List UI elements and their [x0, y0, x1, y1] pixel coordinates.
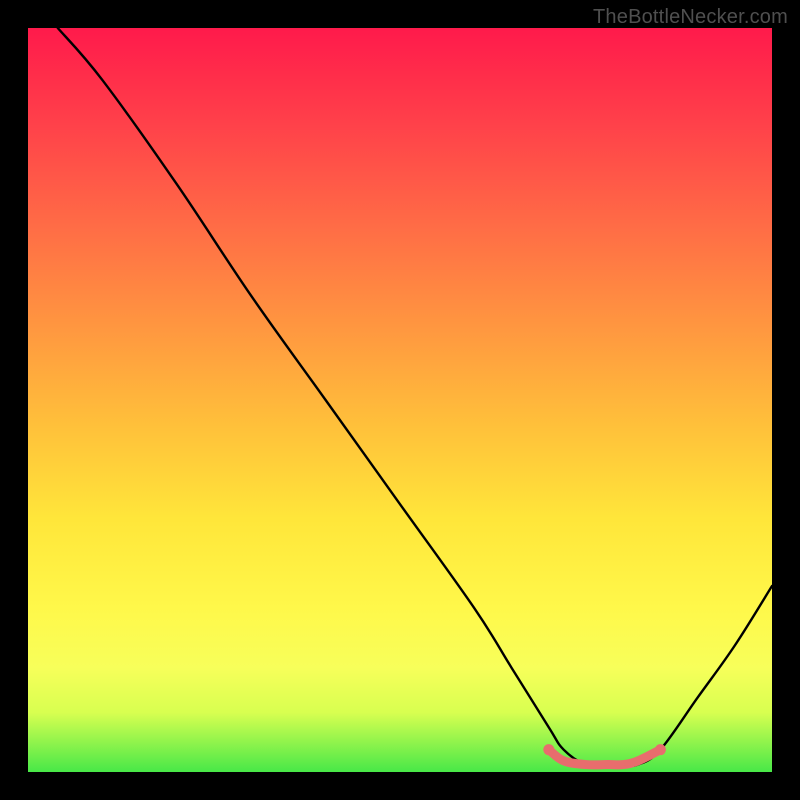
plot-area — [28, 28, 772, 772]
chart-stage: TheBottleNecker.com — [0, 0, 800, 800]
flat-region-dots — [543, 744, 666, 755]
flat-endpoint-dot — [655, 744, 666, 755]
flat-endpoint-dot — [543, 744, 554, 755]
bottleneck-curve — [58, 28, 772, 766]
curve-layer — [28, 28, 772, 772]
watermark-text: TheBottleNecker.com — [593, 6, 788, 29]
flat-region-highlight — [549, 750, 661, 765]
